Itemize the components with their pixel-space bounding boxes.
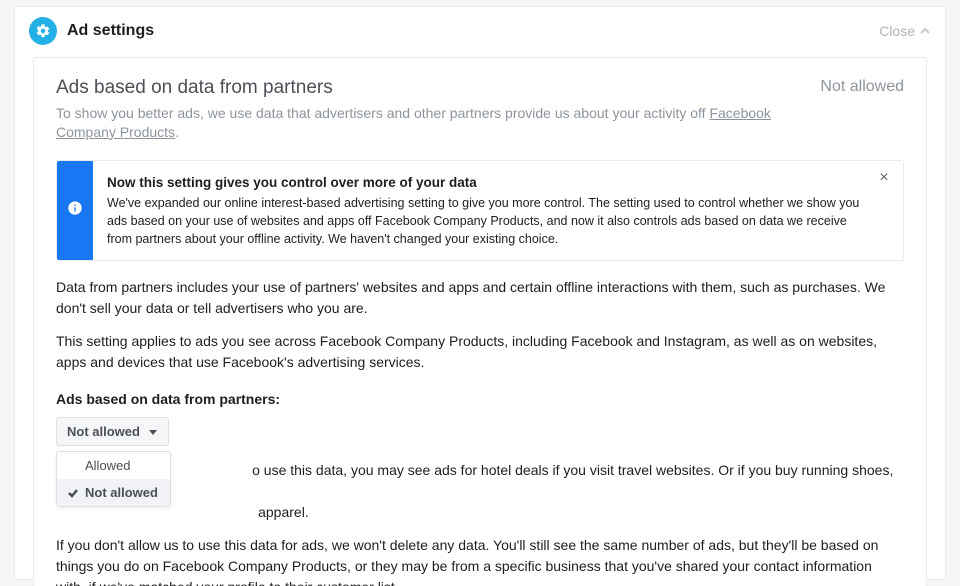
close-icon: ×: [879, 169, 888, 186]
setting-select-button[interactable]: Not allowed: [56, 417, 169, 446]
select-current-value: Not allowed: [67, 424, 140, 439]
paragraph-setting-applies: This setting applies to ads you see acro…: [56, 331, 904, 373]
section-description: To show you better ads, we use data that…: [56, 104, 780, 142]
notice-accent-bar: [57, 161, 93, 261]
notice-body: Now this setting gives you control over …: [93, 161, 903, 261]
select-option-allowed[interactable]: Allowed: [57, 452, 170, 479]
panel-title: Ad settings: [67, 22, 879, 40]
section-head: Ads based on data from partners To show …: [56, 76, 904, 142]
info-notice: Now this setting gives you control over …: [56, 160, 904, 262]
section-head-left: Ads based on data from partners To show …: [56, 76, 820, 142]
gear-icon: [29, 17, 57, 45]
status-value: Not allowed: [820, 76, 904, 96]
settings-card: Ads based on data from partners To show …: [33, 57, 927, 586]
caret-down-icon: [148, 427, 158, 437]
setting-label: Ads based on data from partners:: [56, 391, 904, 407]
check-icon: [65, 487, 81, 499]
paragraph-data-from-partners: Data from partners includes your use of …: [56, 277, 904, 319]
notice-title: Now this setting gives you control over …: [107, 173, 867, 193]
paragraph-example: XXXXXXXXXXXXXXXXXXXXXo use this data, yo…: [56, 460, 904, 523]
section-desc-pre: To show you better ads, we use data that…: [56, 105, 709, 121]
paragraph-dont-allow: If you don't allow us to use this data f…: [56, 535, 904, 586]
paragraph-example-line2-tail: apparel.: [258, 504, 309, 520]
close-label: Close: [879, 23, 915, 39]
info-icon: [67, 200, 83, 221]
section-desc-post: .: [175, 124, 179, 140]
notice-close-button[interactable]: ×: [877, 171, 891, 185]
select-menu: Allowed Not allowed: [56, 451, 171, 507]
chevron-up-icon: [919, 25, 931, 37]
select-option-not-allowed[interactable]: Not allowed: [57, 479, 170, 506]
close-button[interactable]: Close: [879, 23, 931, 39]
select-option-label: Not allowed: [85, 485, 158, 500]
section-title: Ads based on data from partners: [56, 76, 780, 100]
select-option-label: Allowed: [85, 458, 131, 473]
paragraph-example-line1-tail: o use this data, you may see ads for hot…: [56, 462, 893, 499]
panel-header: Ad settings Close: [15, 7, 945, 57]
notice-text: We've expanded our online interest-based…: [107, 194, 867, 248]
setting-select: Not allowed Allowed Not allowed: [56, 417, 169, 446]
page-root: Ad settings Close Ads based on data from…: [0, 0, 960, 586]
settings-panel: Ad settings Close Ads based on data from…: [14, 6, 946, 580]
